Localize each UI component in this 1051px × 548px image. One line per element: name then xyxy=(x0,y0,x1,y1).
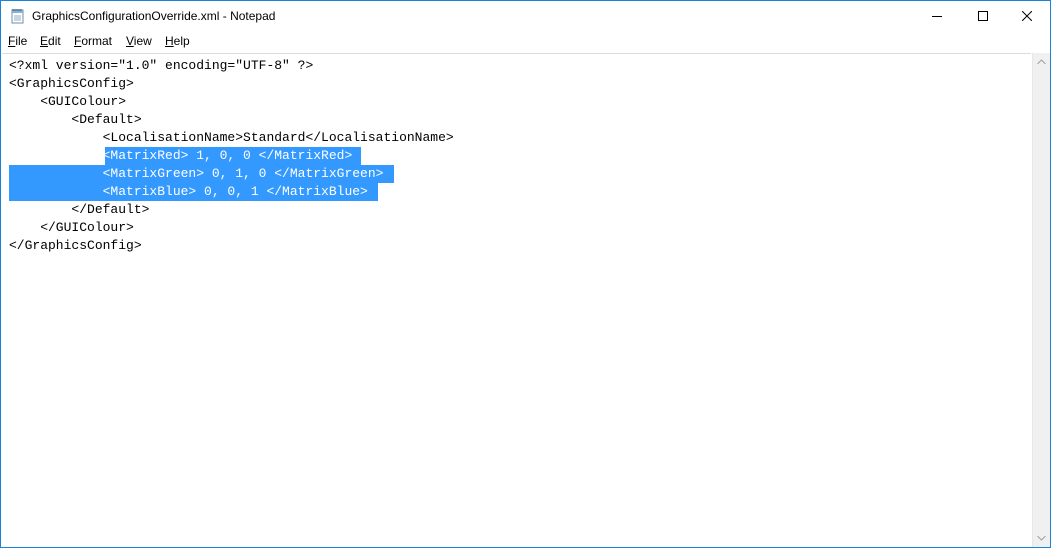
close-icon xyxy=(1022,11,1032,21)
text-line[interactable]: <LocalisationName>Standard</Localisation… xyxy=(9,129,454,147)
scroll-up-arrow-icon[interactable] xyxy=(1037,59,1046,65)
close-button[interactable] xyxy=(1004,1,1050,31)
notepad-window: GraphicsConfigurationOverride.xml - Note… xyxy=(0,0,1051,548)
text-line[interactable]: </GraphicsConfig> xyxy=(9,237,142,255)
text-line[interactable]: <GraphicsConfig> xyxy=(9,75,134,93)
scroll-down-arrow-icon[interactable] xyxy=(1037,535,1046,541)
selected-text-line[interactable]: <MatrixGreen> 0, 1, 0 </MatrixGreen> xyxy=(9,165,384,183)
menu-edit[interactable]: Edit xyxy=(40,34,61,48)
maximize-button[interactable] xyxy=(960,1,1006,31)
selected-text-line[interactable]: <MatrixRed> 1, 0, 0 </MatrixRed> xyxy=(9,147,353,165)
title-bar[interactable]: GraphicsConfigurationOverride.xml - Note… xyxy=(1,1,1050,31)
menu-bar: File Edit Format View Help xyxy=(1,32,1050,52)
maximize-icon xyxy=(978,11,988,21)
menu-view[interactable]: View xyxy=(126,34,152,48)
text-line[interactable]: <GUIColour> xyxy=(9,93,126,111)
menu-file[interactable]: File xyxy=(8,34,27,48)
text-editor-area[interactable]: <?xml version="1.0" encoding="UTF-8" ?> … xyxy=(2,53,1031,547)
text-line[interactable]: </GUIColour> xyxy=(9,219,134,237)
minimize-button[interactable] xyxy=(914,1,960,31)
text-line[interactable]: <Default> xyxy=(9,111,141,129)
vertical-scrollbar[interactable] xyxy=(1032,53,1050,547)
menu-help[interactable]: Help xyxy=(165,34,190,48)
window-title: GraphicsConfigurationOverride.xml - Note… xyxy=(32,9,276,23)
selected-text-line[interactable]: <MatrixBlue> 0, 0, 1 </MatrixBlue> xyxy=(9,183,368,201)
menu-format[interactable]: Format xyxy=(74,34,112,48)
minimize-icon xyxy=(932,16,942,17)
text-line[interactable]: <?xml version="1.0" encoding="UTF-8" ?> xyxy=(9,57,313,75)
text-line[interactable]: </Default> xyxy=(9,201,149,219)
notepad-icon xyxy=(10,8,26,24)
